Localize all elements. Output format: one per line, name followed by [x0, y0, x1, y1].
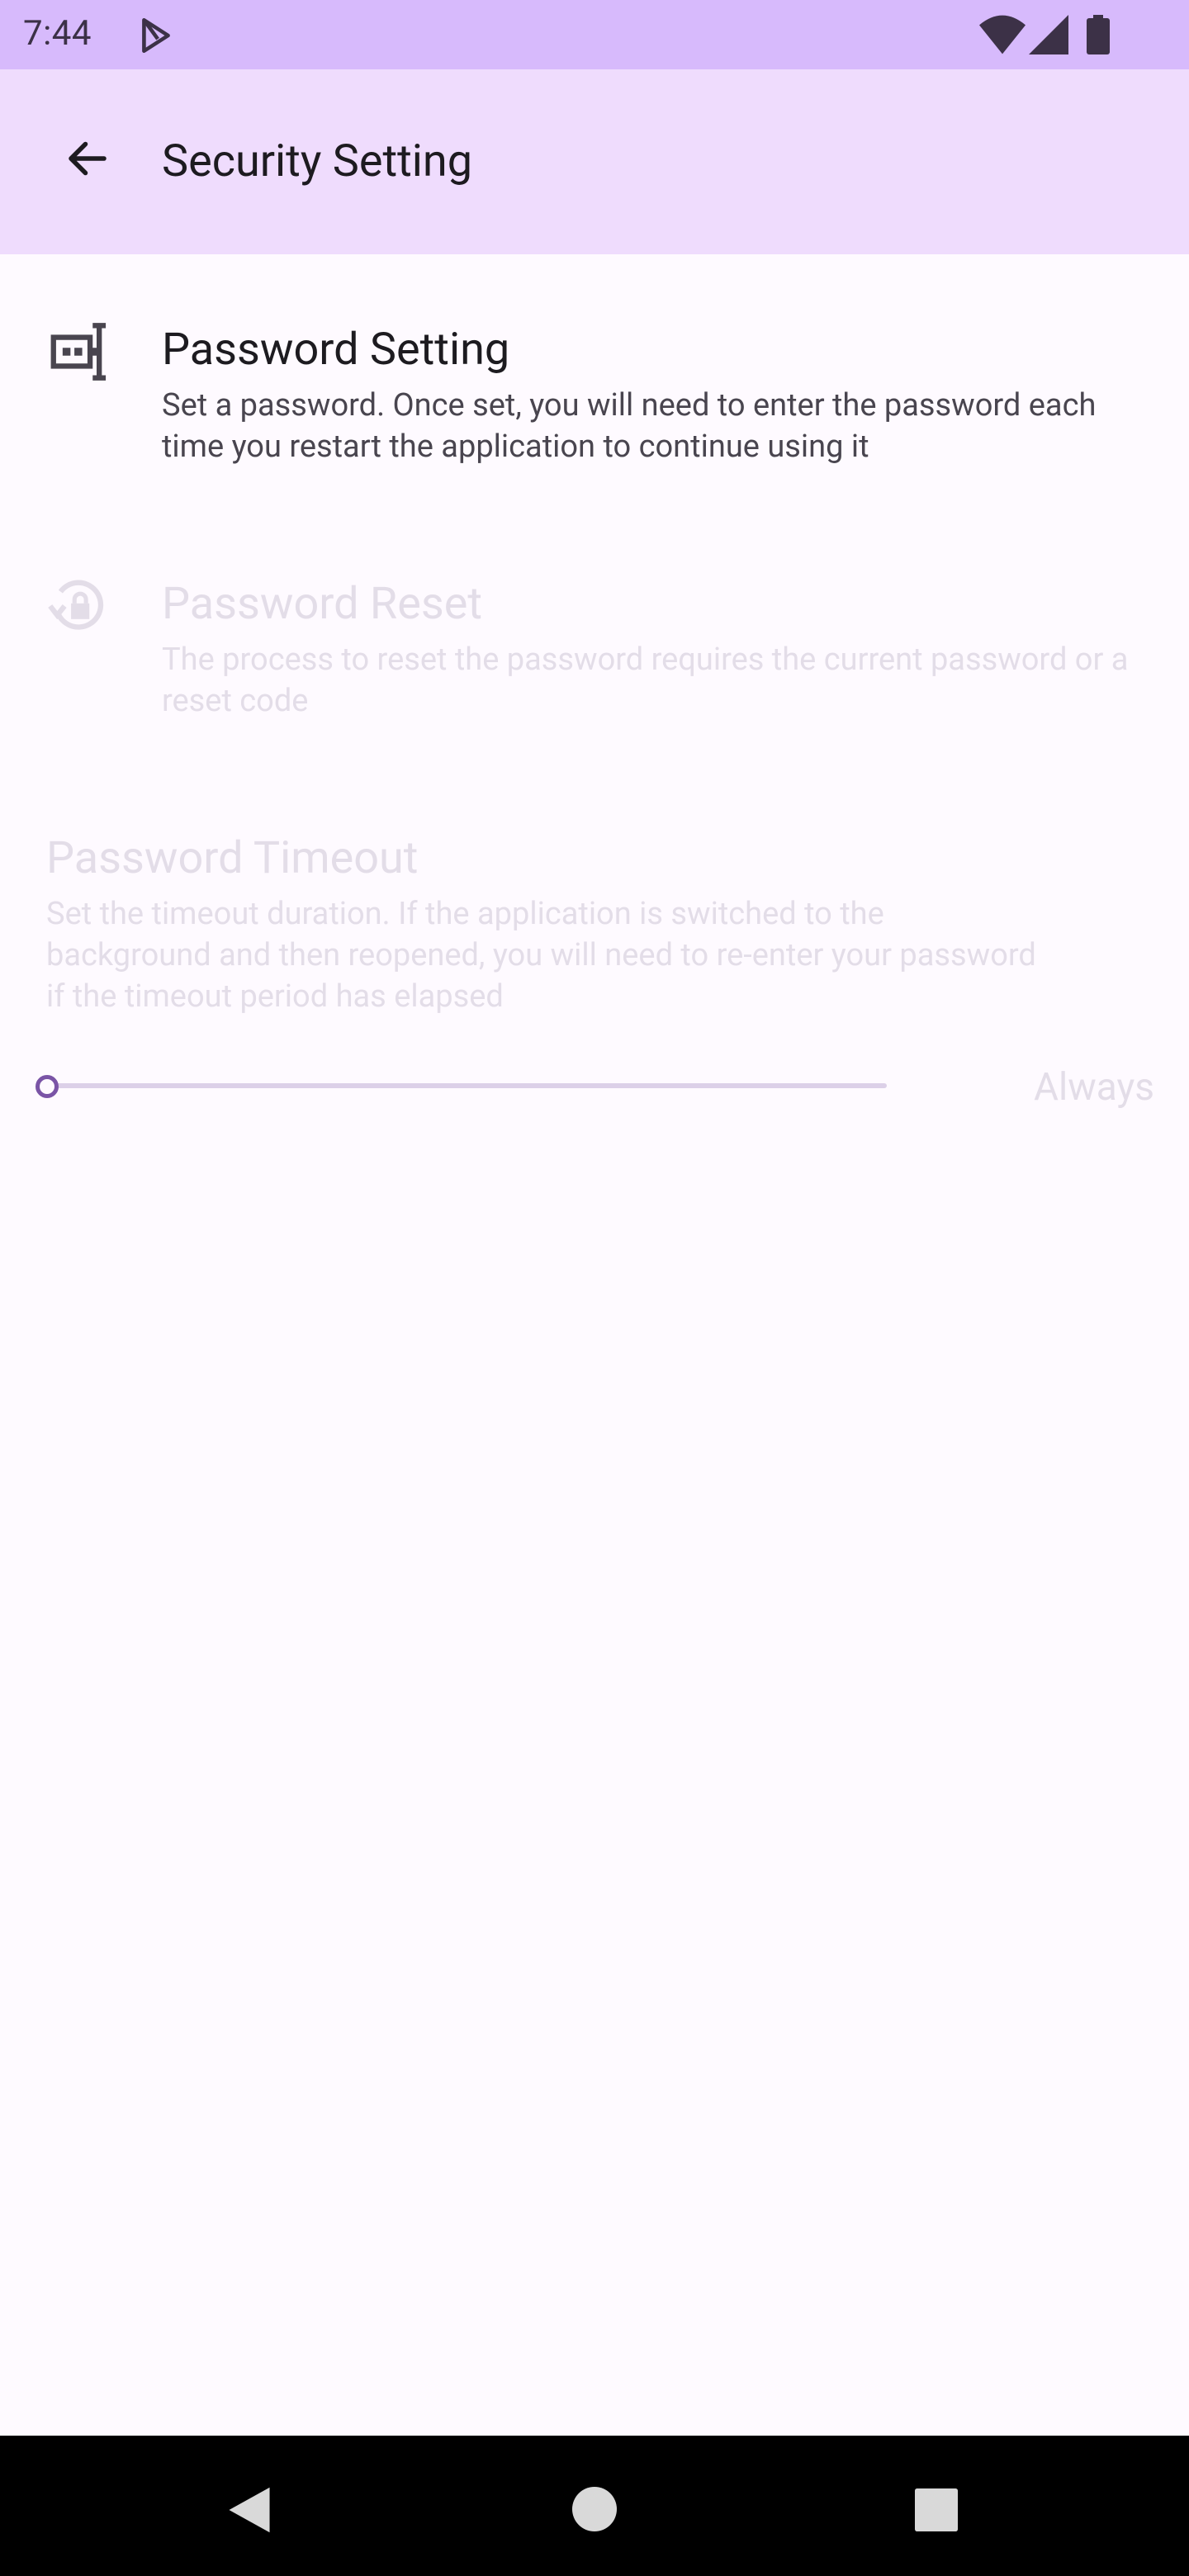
play-store-icon: [142, 17, 170, 54]
timeout-slider-track: [46, 1083, 887, 1088]
timeout-slider-thumb: [36, 1075, 59, 1098]
battery-icon: [1087, 15, 1110, 54]
password-icon: [50, 323, 107, 381]
lock-reset-icon: [48, 580, 104, 630]
home-circle-icon[interactable]: [572, 2487, 617, 2531]
back-triangle-icon[interactable]: [226, 2485, 272, 2535]
password-timeout-description: Set the timeout duration. If the applica…: [46, 896, 1036, 1015]
system-nav-bar: [0, 2436, 1189, 2576]
password-setting-title: Password Setting: [162, 324, 510, 376]
arrow-back-icon: [69, 141, 107, 176]
wifi-icon: [979, 15, 1026, 54]
page-title: Security Setting: [162, 135, 473, 187]
status-bar: 7:44: [0, 0, 1189, 69]
password-reset-description: The process to reset the password requir…: [162, 642, 1129, 719]
status-time: 7:44: [23, 13, 92, 54]
signal-icon: [1029, 15, 1068, 54]
recents-square-icon[interactable]: [915, 2488, 958, 2531]
timeout-slider-value: Always: [1034, 1065, 1154, 1110]
password-timeout-title: Password Timeout: [46, 832, 419, 884]
password-setting-description: Set a password. Once set, you will need …: [162, 387, 1097, 465]
password-reset-title: Password Reset: [162, 578, 482, 630]
back-button[interactable]: [53, 124, 122, 193]
